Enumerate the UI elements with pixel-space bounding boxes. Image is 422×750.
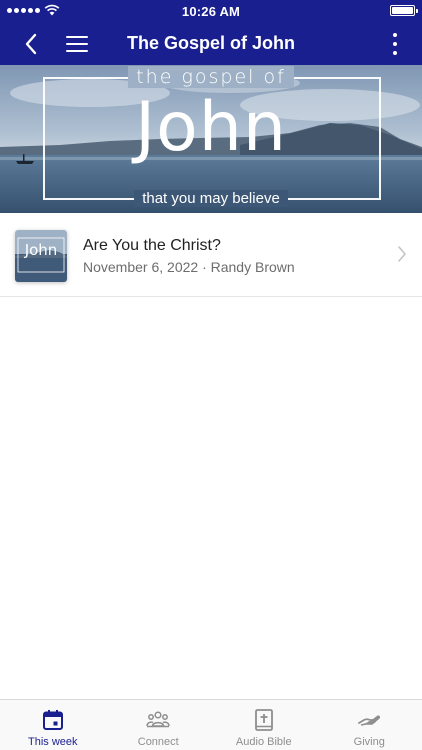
calendar-icon bbox=[42, 710, 63, 730]
hamburger-menu-icon bbox=[66, 36, 88, 39]
menu-button[interactable] bbox=[64, 31, 90, 57]
tab-label: Connect bbox=[137, 736, 179, 748]
vertical-dots-icon bbox=[393, 33, 397, 37]
sermon-list: John Are You the Christ? November 6, 202… bbox=[0, 213, 422, 297]
series-banner: the gospel of John that you may believe bbox=[0, 65, 422, 213]
list-item[interactable]: John Are You the Christ? November 6, 202… bbox=[0, 213, 422, 297]
back-button[interactable] bbox=[18, 30, 46, 58]
navigation-bar: The Gospel of John bbox=[0, 22, 422, 65]
more-options-button[interactable] bbox=[390, 31, 400, 57]
tab-this-week[interactable]: This week bbox=[0, 700, 106, 750]
tab-connect[interactable]: Connect bbox=[106, 700, 212, 750]
tab-giving[interactable]: Giving bbox=[317, 700, 422, 750]
chevron-right-icon bbox=[398, 246, 406, 262]
tab-label: Giving bbox=[353, 736, 385, 748]
giving-hand-icon bbox=[358, 715, 381, 726]
banner-title: John bbox=[135, 88, 287, 167]
status-time: 10:26 AM bbox=[181, 4, 241, 19]
tab-label: Audio Bible bbox=[235, 736, 292, 748]
sermon-thumbnail: John bbox=[15, 230, 67, 282]
status-bar: 10:26 AM bbox=[0, 0, 422, 22]
battery-icon bbox=[390, 5, 418, 16]
page-title: The Gospel of John bbox=[126, 33, 295, 53]
app-header: 10:26 AM The Gospel of John bbox=[0, 0, 422, 65]
chevron-left-icon bbox=[25, 33, 37, 55]
sermon-meta: November 6, 2022 · Randy Brown bbox=[83, 259, 295, 275]
people-icon bbox=[146, 711, 170, 728]
banner-subtitle: the gospel of bbox=[128, 66, 294, 88]
tab-audio-bible[interactable]: Audio Bible bbox=[211, 700, 317, 750]
sermon-title: Are You the Christ? bbox=[83, 237, 221, 254]
banner-tagline: that you may believe bbox=[134, 190, 288, 207]
thumbnail-title: John bbox=[24, 241, 58, 259]
tab-bar: This week Connect Audio Bible Giving bbox=[0, 699, 422, 750]
bible-icon bbox=[254, 709, 273, 731]
tab-label: This week bbox=[27, 736, 78, 748]
